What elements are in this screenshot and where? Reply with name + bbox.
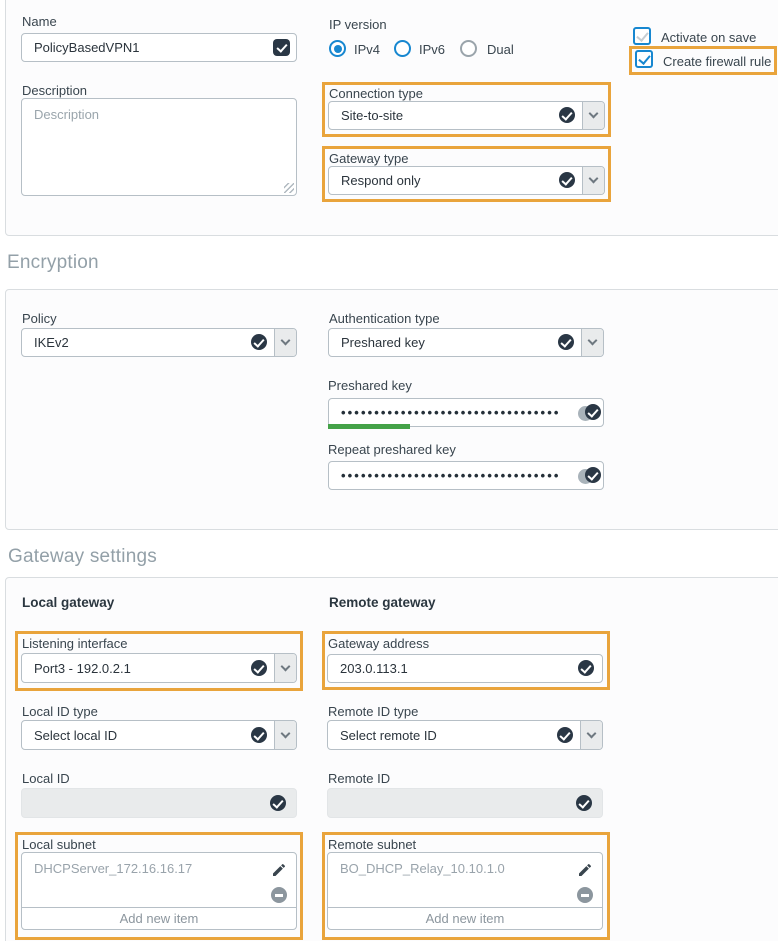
valid-check-icon bbox=[273, 39, 290, 56]
connection-type-label: Connection type bbox=[329, 86, 423, 101]
chevron-down-icon bbox=[587, 728, 597, 738]
policy-value: IKEv2 bbox=[34, 335, 69, 350]
create-firewall-label: Create firewall rule bbox=[663, 54, 771, 69]
radio-dual-label: Dual bbox=[487, 42, 514, 57]
subnet-item: BO_DHCP_Relay_10.10.1.0 bbox=[340, 861, 505, 876]
chevron-down-icon bbox=[281, 336, 291, 346]
resize-grip-icon[interactable] bbox=[284, 183, 294, 193]
policy-label: Policy bbox=[22, 311, 57, 326]
policy-dropdown[interactable]: IKEv2 bbox=[21, 328, 297, 357]
remote-subnet-list: BO_DHCP_Relay_10.10.1.0 Add new item bbox=[327, 852, 603, 930]
vpn-settings-form: Name Description IP version IPv4 IPv6 Du… bbox=[0, 0, 778, 941]
preshared-key-label: Preshared key bbox=[328, 378, 412, 393]
gateway-type-dropdown[interactable]: Respond only bbox=[328, 166, 605, 195]
encryption-heading: Encryption bbox=[7, 252, 99, 274]
dropdown-button[interactable] bbox=[581, 329, 603, 356]
radio-ipv4[interactable] bbox=[329, 40, 346, 57]
gateway-type-value: Respond only bbox=[341, 173, 421, 188]
remote-gateway-heading: Remote gateway bbox=[329, 595, 436, 610]
valid-check-icon bbox=[559, 107, 575, 123]
ip-version-label: IP version bbox=[329, 17, 387, 32]
name-label: Name bbox=[22, 14, 57, 29]
description-textarea[interactable] bbox=[21, 98, 297, 196]
valid-check-icon bbox=[251, 334, 267, 350]
radio-ipv6[interactable] bbox=[394, 40, 411, 57]
name-input[interactable] bbox=[21, 33, 297, 62]
repeat-preshared-value: •••••••••••••••••••••••••••••••••••• bbox=[341, 468, 559, 483]
remote-id-label: Remote ID bbox=[328, 771, 390, 786]
local-id-type-dropdown[interactable]: Select local ID bbox=[21, 720, 297, 750]
create-firewall-checkbox[interactable] bbox=[635, 50, 653, 68]
dropdown-button[interactable] bbox=[582, 102, 604, 129]
auth-type-dropdown[interactable]: Preshared key bbox=[328, 328, 604, 357]
remote-id-type-label: Remote ID type bbox=[328, 704, 418, 719]
preshared-key-value: •••••••••••••••••••••••••••••••••••• bbox=[341, 405, 559, 420]
valid-check-icon bbox=[559, 172, 575, 188]
local-id-type-label: Local ID type bbox=[22, 704, 98, 719]
dropdown-button[interactable] bbox=[274, 654, 296, 682]
local-id-input bbox=[21, 788, 297, 818]
connection-type-dropdown[interactable]: Site-to-site bbox=[328, 101, 605, 130]
remote-id-type-dropdown[interactable]: Select remote ID bbox=[327, 720, 603, 750]
valid-check-icon bbox=[270, 795, 286, 811]
activate-on-save-label: Activate on save bbox=[661, 30, 756, 45]
subnet-item: DHCPServer_172.16.16.17 bbox=[34, 861, 192, 876]
local-gateway-heading: Local gateway bbox=[22, 595, 114, 610]
valid-check-icon bbox=[585, 467, 601, 483]
edit-icon[interactable] bbox=[271, 862, 287, 878]
local-id-label: Local ID bbox=[22, 771, 70, 786]
preshared-key-input[interactable]: •••••••••••••••••••••••••••••••••••• bbox=[328, 398, 604, 427]
remove-item-icon[interactable] bbox=[271, 887, 287, 903]
listening-interface-dropdown[interactable]: Port3 - 192.0.2.1 bbox=[21, 653, 297, 683]
chevron-down-icon bbox=[588, 336, 598, 346]
gateway-address-input[interactable]: 203.0.113.1 bbox=[327, 654, 603, 683]
local-id-type-value: Select local ID bbox=[34, 728, 117, 743]
gateway-type-label: Gateway type bbox=[329, 151, 409, 166]
radio-dual[interactable] bbox=[460, 40, 477, 57]
dropdown-button[interactable] bbox=[580, 721, 602, 749]
description-label: Description bbox=[22, 83, 87, 98]
remote-id-type-value: Select remote ID bbox=[340, 728, 437, 743]
radio-ipv4-label: IPv4 bbox=[354, 42, 380, 57]
remote-subnet-label: Remote subnet bbox=[328, 837, 416, 852]
auth-type-label: Authentication type bbox=[329, 311, 440, 326]
radio-ipv6-label: IPv6 bbox=[419, 42, 445, 57]
valid-check-icon bbox=[251, 660, 267, 676]
add-new-item-button[interactable]: Add new item bbox=[328, 907, 602, 929]
add-new-item-button[interactable]: Add new item bbox=[22, 907, 296, 929]
chevron-down-icon bbox=[281, 661, 291, 671]
local-subnet-list: DHCPServer_172.16.16.17 Add new item bbox=[21, 852, 297, 930]
valid-check-icon bbox=[558, 334, 574, 350]
remote-id-input bbox=[327, 788, 603, 818]
edit-icon[interactable] bbox=[577, 862, 593, 878]
repeat-preshared-label: Repeat preshared key bbox=[328, 442, 456, 457]
repeat-preshared-input[interactable]: •••••••••••••••••••••••••••••••••••• bbox=[328, 461, 604, 490]
valid-check-icon bbox=[251, 727, 267, 743]
name-input-field[interactable] bbox=[34, 40, 266, 55]
chevron-down-icon bbox=[281, 728, 291, 738]
valid-check-icon bbox=[576, 795, 592, 811]
valid-check-icon bbox=[578, 660, 594, 676]
dropdown-button[interactable] bbox=[274, 721, 296, 749]
gateway-address-label: Gateway address bbox=[328, 636, 429, 651]
activate-on-save-checkbox[interactable] bbox=[633, 27, 651, 45]
valid-check-icon bbox=[585, 404, 601, 420]
dropdown-button[interactable] bbox=[274, 329, 296, 356]
connection-type-value: Site-to-site bbox=[341, 108, 403, 123]
password-strength-bar bbox=[328, 424, 410, 429]
local-subnet-label: Local subnet bbox=[22, 837, 96, 852]
auth-type-value: Preshared key bbox=[341, 335, 425, 350]
remove-item-icon[interactable] bbox=[577, 887, 593, 903]
gateway-settings-heading: Gateway settings bbox=[8, 546, 157, 568]
gateway-address-value: 203.0.113.1 bbox=[340, 661, 408, 676]
dropdown-button[interactable] bbox=[582, 167, 604, 194]
chevron-down-icon bbox=[589, 109, 599, 119]
valid-check-icon bbox=[557, 727, 573, 743]
listening-interface-value: Port3 - 192.0.2.1 bbox=[34, 661, 131, 676]
listening-interface-label: Listening interface bbox=[22, 636, 128, 651]
chevron-down-icon bbox=[589, 174, 599, 184]
